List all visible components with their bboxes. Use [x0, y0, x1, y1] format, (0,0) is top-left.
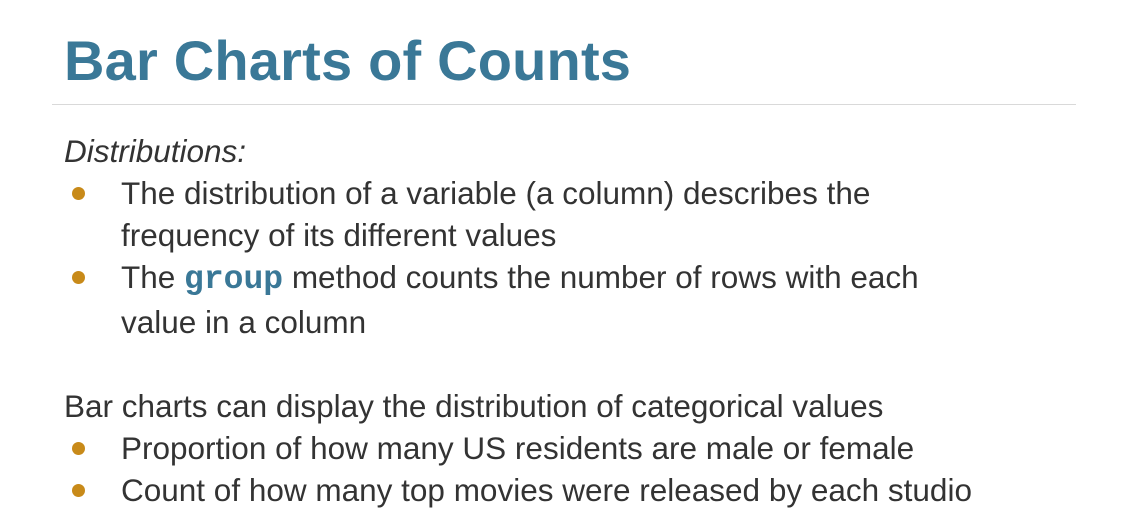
- bullet-text: Count of how many top movies were releas…: [121, 472, 972, 508]
- distribution-bullet-list: The distribution of a variable (a column…: [64, 172, 1104, 343]
- code-group-method: group: [184, 261, 284, 298]
- slide-title: Bar Charts of Counts: [64, 29, 632, 92]
- bullet-dot-icon: [72, 271, 85, 284]
- slide-body: Distributions: The distribution of a var…: [64, 130, 1104, 511]
- list-item: Proportion of how many US residents are …: [64, 427, 1104, 469]
- bullet-line: The group method counts the number of ro…: [121, 259, 919, 298]
- bullet-text: The distribution of a variable (a column…: [121, 175, 871, 211]
- bullet-dot-icon: [72, 442, 85, 455]
- barcharts-paragraph: Bar charts can display the distribution …: [64, 388, 884, 424]
- list-item: Count of how many top movies were releas…: [64, 469, 1104, 511]
- bullet-text: Proportion of how many US residents are …: [121, 430, 915, 466]
- bullet-text: frequency of its different values: [121, 217, 557, 253]
- bullet-text: method counts the number of rows with ea…: [283, 259, 919, 295]
- bullet-dot-icon: [72, 484, 85, 497]
- distributions-heading: Distributions:: [64, 133, 247, 169]
- list-item: The group method counts the number of ro…: [64, 256, 1104, 343]
- barchart-bullet-list: Proportion of how many US residents are …: [64, 427, 1104, 511]
- bullet-dot-icon: [72, 187, 85, 200]
- bullet-text: The: [121, 259, 185, 295]
- bullet-text: value in a column: [121, 304, 367, 340]
- list-item: The distribution of a variable (a column…: [64, 172, 1104, 256]
- title-divider: [52, 104, 1076, 105]
